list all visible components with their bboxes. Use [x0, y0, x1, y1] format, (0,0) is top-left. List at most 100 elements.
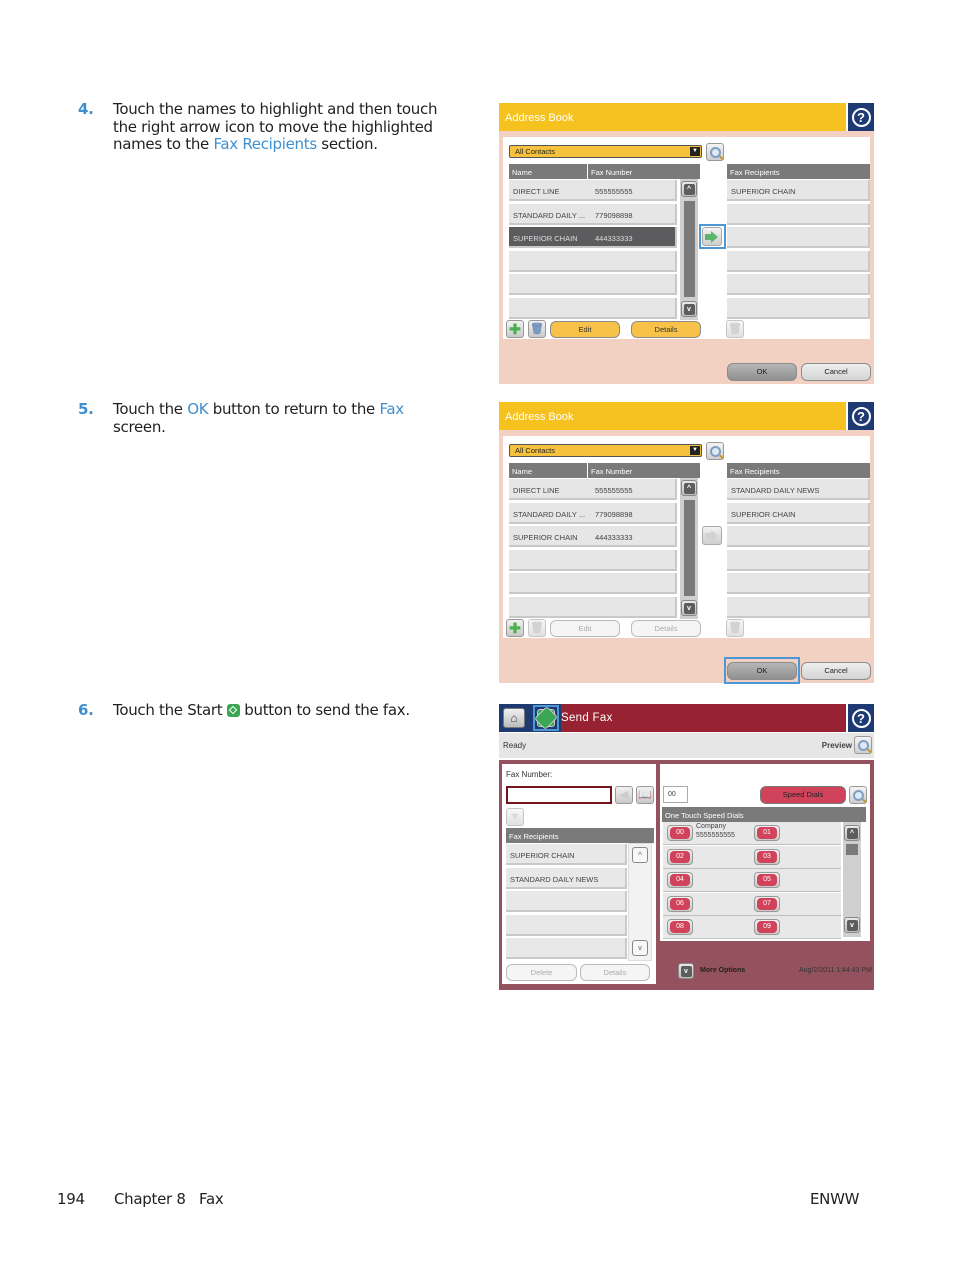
fax-number-input[interactable] — [506, 786, 612, 804]
recipient-row[interactable] — [727, 297, 870, 319]
speed-dial-button[interactable]: 03 — [754, 848, 780, 865]
speed-dial-button[interactable]: 04 — [667, 872, 693, 888]
speed-dial-button[interactable]: 05 — [754, 872, 780, 888]
speed-dials-scrollbar[interactable]: ^ v — [843, 822, 861, 937]
recipient-row[interactable] — [727, 573, 870, 594]
details-button[interactable]: Details — [631, 321, 701, 338]
preview-button[interactable] — [854, 736, 872, 754]
scroll-track[interactable] — [684, 500, 695, 596]
ok-button[interactable]: OK — [727, 662, 797, 680]
edit-button[interactable]: Edit — [550, 321, 620, 338]
recipient-row[interactable] — [727, 526, 870, 547]
recipient-row[interactable] — [727, 274, 870, 295]
contact-row[interactable] — [509, 549, 677, 571]
contact-row[interactable] — [509, 596, 677, 618]
search-button[interactable] — [706, 143, 724, 161]
speed-dial-button[interactable]: 08 — [667, 919, 693, 935]
details-button[interactable]: Details — [631, 620, 701, 637]
scroll-up-button[interactable]: ^ — [844, 825, 860, 841]
cancel-button[interactable]: Cancel — [801, 662, 871, 680]
recipient-row[interactable] — [727, 549, 870, 571]
home-button[interactable]: ⌂ — [499, 704, 529, 732]
contacts-scrollbar[interactable]: ^ v — [680, 179, 698, 320]
contact-row[interactable]: STANDARD DAILY ... 779098898 — [509, 203, 677, 225]
help-button[interactable]: ? — [848, 103, 874, 131]
help-button[interactable]: ? — [848, 704, 874, 732]
search-button[interactable] — [706, 442, 724, 460]
backspace-button[interactable]: ◀ — [615, 786, 633, 804]
scroll-down-button[interactable]: v — [844, 917, 860, 933]
contacts-scrollbar[interactable]: ^ v — [680, 478, 698, 619]
move-right-button[interactable] — [702, 526, 722, 545]
speed-dial-button[interactable]: 07 — [754, 895, 780, 912]
more-options-label[interactable]: More Options — [700, 967, 745, 974]
contact-row[interactable] — [509, 250, 677, 272]
address-book-button[interactable]: 📖 — [636, 786, 654, 804]
step-number: 4. — [78, 100, 94, 118]
recipient-row[interactable] — [506, 891, 627, 912]
add-recipient-button[interactable]: ▼ — [506, 808, 524, 826]
contact-name: SUPERIOR CHAIN — [513, 533, 578, 542]
ok-button[interactable]: OK — [727, 363, 797, 381]
speed-dial-button[interactable]: 01 — [754, 825, 780, 841]
delete-contact-button[interactable]: 🗑 — [528, 619, 546, 637]
contact-row[interactable]: SUPERIOR CHAIN 444333333 — [509, 227, 677, 248]
contacts-filter-dropdown[interactable]: All Contacts ▼ — [509, 145, 702, 158]
speed-dials-button[interactable]: Speed Dials — [760, 786, 846, 804]
speed-dial-button[interactable]: 02 — [667, 848, 693, 865]
delete-contact-button[interactable]: 🗑 — [528, 320, 546, 338]
delete-recipient-button[interactable]: 🗑 — [726, 320, 744, 338]
recipient-row[interactable] — [506, 938, 627, 959]
contact-row[interactable]: SUPERIOR CHAIN 444333333 — [509, 526, 677, 547]
cancel-button[interactable]: Cancel — [801, 363, 871, 381]
help-button[interactable]: ? — [848, 402, 874, 430]
chevron-up-icon: ^ — [637, 851, 643, 859]
recipient-row[interactable] — [727, 250, 870, 272]
column-header-recipients: Fax Recipients — [727, 463, 870, 478]
delete-button[interactable]: Delete — [506, 964, 577, 981]
scroll-down-button[interactable]: v — [632, 940, 648, 956]
recipient-row[interactable] — [506, 914, 627, 936]
recipient-row[interactable] — [727, 596, 870, 618]
speed-dial-button[interactable]: 00 — [667, 825, 693, 841]
scroll-up-button[interactable]: ^ — [681, 480, 697, 496]
contact-row[interactable]: DIRECT LINE 555555555 — [509, 479, 677, 500]
scroll-track[interactable] — [684, 201, 695, 297]
contact-row[interactable]: DIRECT LINE 555555555 — [509, 180, 677, 201]
scroll-down-button[interactable]: v — [681, 301, 697, 317]
recipient-row[interactable]: STANDARD DAILY NEWS — [727, 479, 870, 500]
speed-dial-index: 00 — [670, 827, 690, 839]
scroll-down-button[interactable]: v — [681, 600, 697, 616]
add-contact-button[interactable]: ✚ — [506, 619, 524, 637]
scroll-up-button[interactable]: ^ — [681, 181, 697, 197]
recipient-row[interactable]: SUPERIOR CHAIN — [506, 844, 627, 865]
contact-row[interactable] — [509, 274, 677, 295]
more-options-button[interactable]: v — [678, 963, 694, 979]
speed-dial-number-input[interactable]: 00 — [663, 786, 688, 803]
speed-dial-index: 02 — [670, 850, 690, 863]
recipients-scrollbar[interactable]: ^ v — [628, 843, 652, 961]
move-right-button[interactable] — [702, 227, 722, 246]
contact-row[interactable]: STANDARD DAILY ... 779098898 — [509, 502, 677, 524]
start-icon — [226, 704, 240, 717]
speed-dial-button[interactable]: 06 — [667, 895, 693, 912]
contact-row[interactable] — [509, 297, 677, 319]
start-button[interactable] — [533, 705, 559, 731]
recipient-row[interactable] — [727, 227, 870, 248]
scroll-up-button[interactable]: ^ — [632, 847, 648, 863]
add-contact-button[interactable]: ✚ — [506, 320, 524, 338]
edit-button[interactable]: Edit — [550, 620, 620, 637]
contacts-filter-dropdown[interactable]: All Contacts ▼ — [509, 444, 702, 457]
contact-row[interactable] — [509, 573, 677, 594]
delete-recipient-button[interactable]: 🗑 — [726, 619, 744, 637]
details-button[interactable]: Details — [580, 964, 650, 981]
recipient-row[interactable]: SUPERIOR CHAIN — [727, 180, 870, 201]
chevron-down-icon: v — [680, 965, 692, 977]
recipient-row[interactable] — [727, 203, 870, 225]
start-icon — [533, 705, 559, 731]
recipient-row[interactable]: SUPERIOR CHAIN — [727, 502, 870, 524]
speed-dial-button[interactable]: 09 — [754, 919, 780, 935]
recipient-row[interactable]: STANDARD DAILY NEWS — [506, 867, 627, 889]
scroll-thumb[interactable] — [846, 844, 858, 855]
speed-dial-search-button[interactable] — [849, 786, 867, 804]
